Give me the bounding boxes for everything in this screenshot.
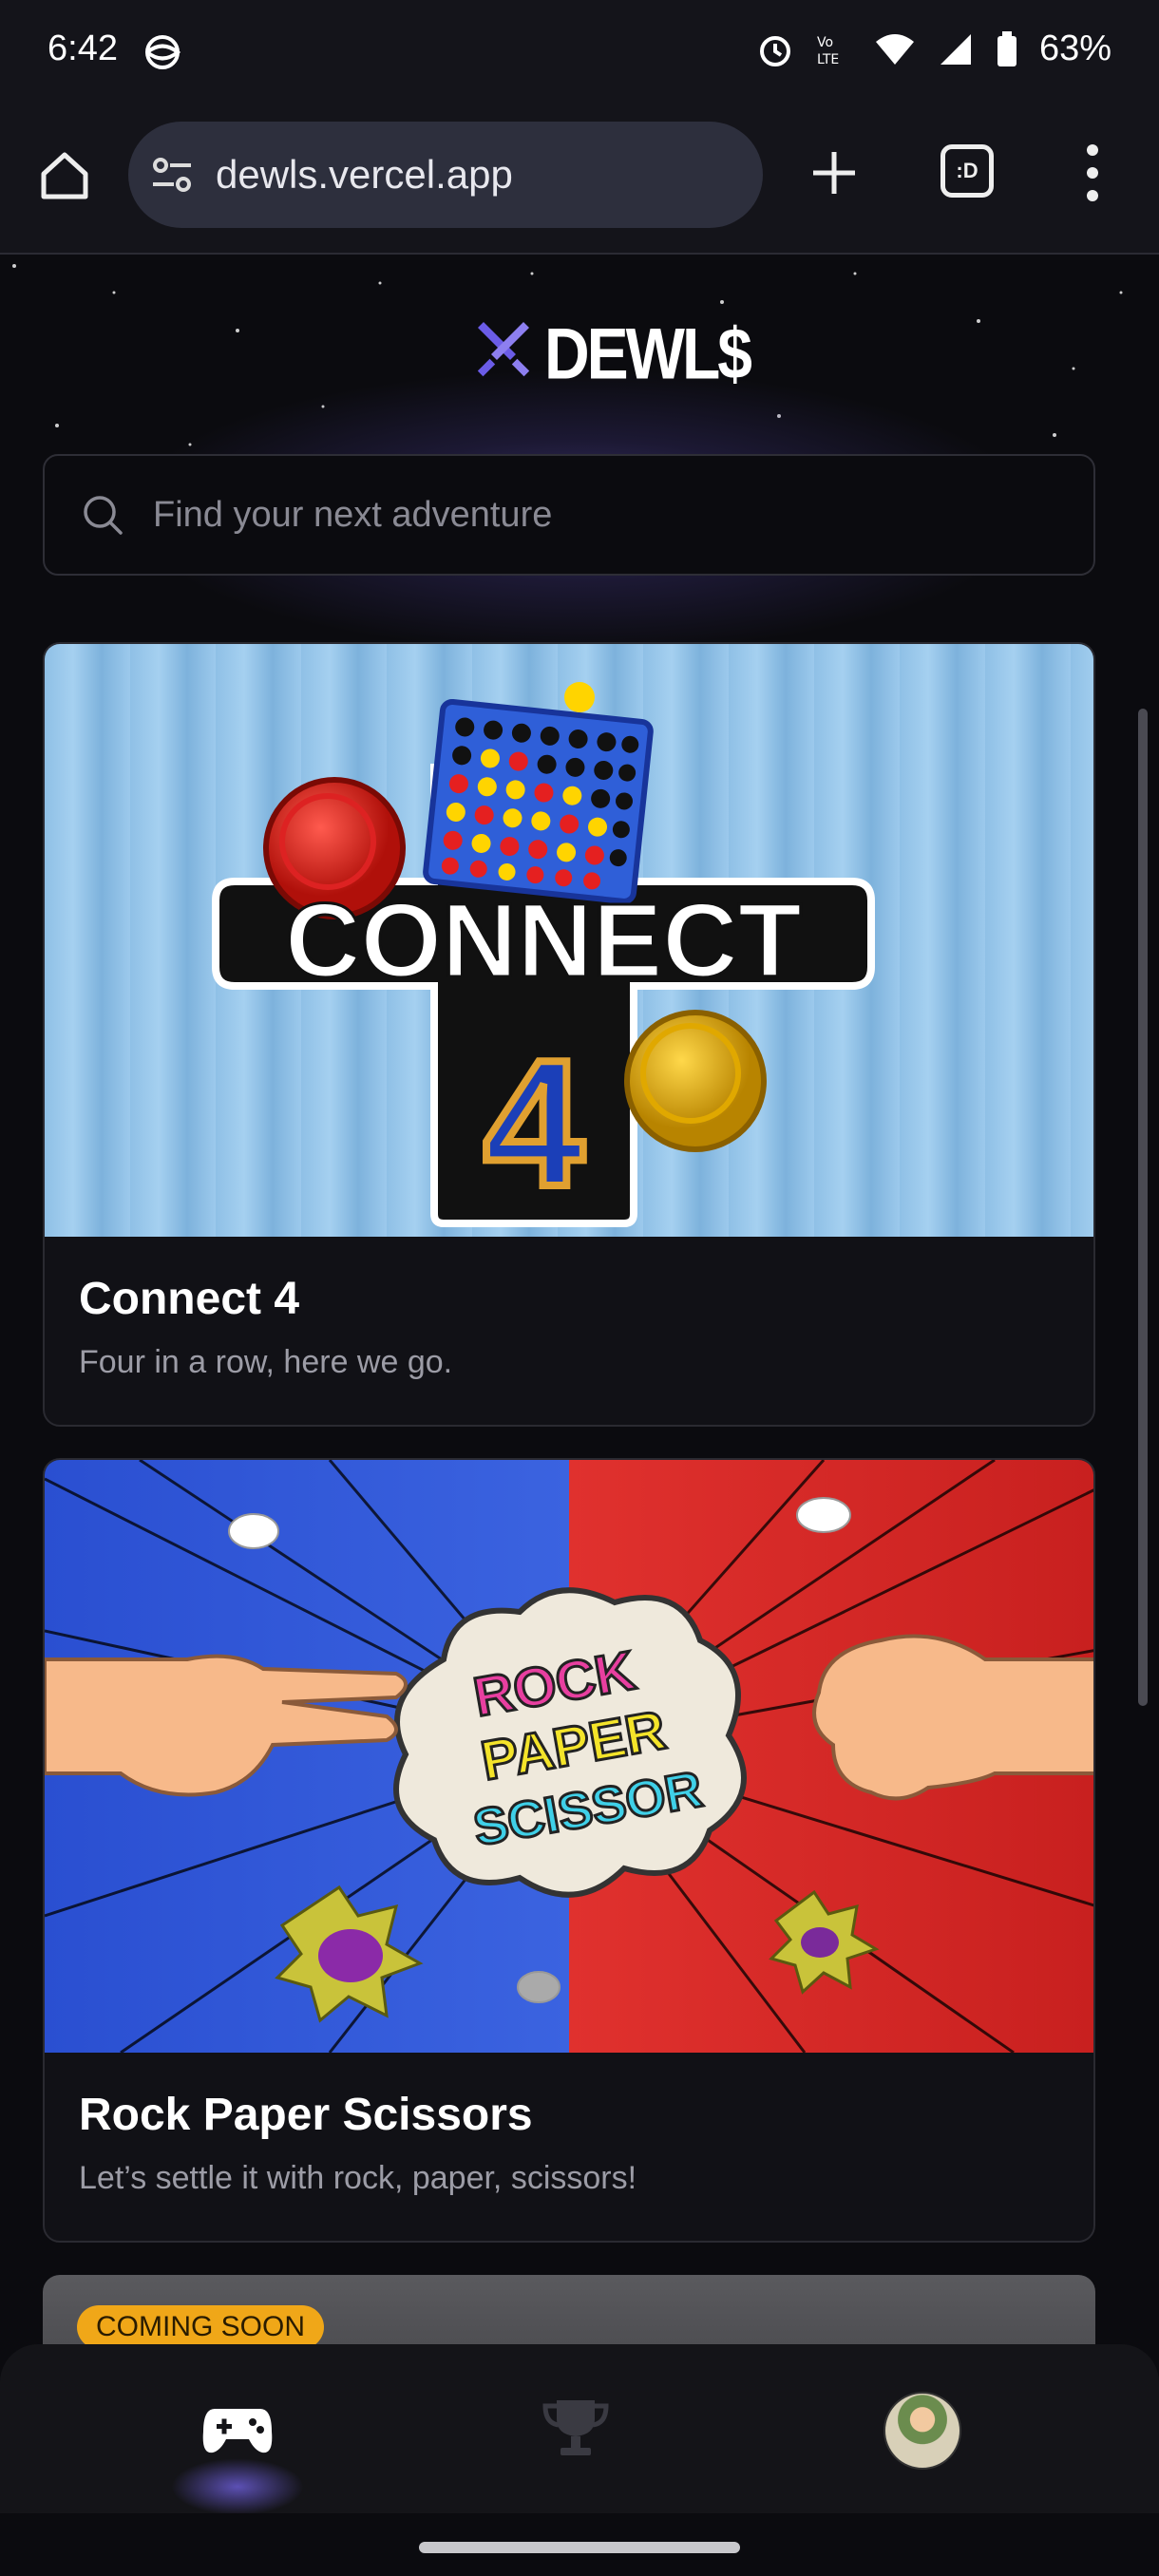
games-icon[interactable] <box>201 2403 274 2456</box>
search-icon <box>84 496 123 535</box>
signal-icon <box>940 33 971 65</box>
wifi-icon <box>875 33 914 65</box>
search-input[interactable] <box>151 493 1010 537</box>
game-card-rock-paper-scissors[interactable]: ROCK PAPER SCISSOR Rock Paper Scissors L… <box>43 1458 1095 2243</box>
browser-toolbar: dewls.vercel.app :D <box>0 104 1159 255</box>
search-bar[interactable] <box>43 454 1095 576</box>
volte-icon: Vo LTE <box>817 35 839 67</box>
game-description: Four in a row, here we go. <box>79 1344 453 1380</box>
site-settings-icon[interactable] <box>149 152 195 198</box>
page-content: DEWL$ Find your next adventure CONNECT 4… <box>0 255 1159 2344</box>
connect4-art: CONNECT 4 <box>212 682 875 1228</box>
more-menu-icon[interactable] <box>1083 142 1102 203</box>
game-card-coming-soon[interactable]: COMING SOON <box>43 2275 1095 2344</box>
game-title: Rock Paper Scissors <box>79 2090 533 2140</box>
rps-art: ROCK PAPER SCISSOR <box>45 1460 1093 2053</box>
gesture-bar <box>0 2513 1159 2576</box>
url-text: dewls.vercel.app <box>216 152 513 197</box>
vpn-globe-icon <box>145 35 181 69</box>
crossed-swords-icon <box>477 322 530 377</box>
game-title: Connect 4 <box>79 1274 300 1324</box>
home-gesture-handle[interactable] <box>419 2542 740 2553</box>
site-logo[interactable]: DEWL$ <box>472 313 752 394</box>
rps-cover-image: ROCK PAPER SCISSOR <box>45 1460 1093 2053</box>
tab-switcher-button[interactable]: :D <box>940 144 994 198</box>
logo-text: DEWL$ <box>544 313 752 394</box>
connect4-art-title: CONNECT <box>285 882 802 999</box>
address-bar[interactable]: dewls.vercel.app <box>128 122 763 228</box>
status-time: 6:42 <box>48 28 118 68</box>
avatar[interactable] <box>884 2392 961 2470</box>
bottom-navigation <box>0 2344 1159 2515</box>
new-tab-icon[interactable] <box>806 144 863 201</box>
alarm-icon <box>759 35 790 66</box>
connect4-cover-image: CONNECT 4 <box>45 644 1093 1237</box>
scrollbar[interactable] <box>1138 709 1148 1706</box>
svg-text:LTE: LTE <box>817 52 839 67</box>
battery-icon <box>997 30 1016 66</box>
active-tab-glow <box>171 2458 304 2515</box>
coming-soon-badge: COMING SOON <box>77 2305 325 2344</box>
game-description: Let’s settle it with rock, paper, scisso… <box>79 2160 637 2196</box>
trophy-icon[interactable] <box>542 2396 610 2459</box>
status-bar: 6:42 Vo LTE 63% <box>0 0 1159 104</box>
game-card-connect4[interactable]: CONNECT 4 Connect 4 Four in a row, here … <box>43 642 1095 1427</box>
home-icon[interactable] <box>36 147 93 204</box>
status-icons: Vo LTE 63% <box>756 28 1112 69</box>
battery-percent: 63% <box>1038 28 1112 68</box>
connect4-art-number: 4 <box>484 1023 584 1224</box>
svg-text:Vo: Vo <box>817 35 833 50</box>
